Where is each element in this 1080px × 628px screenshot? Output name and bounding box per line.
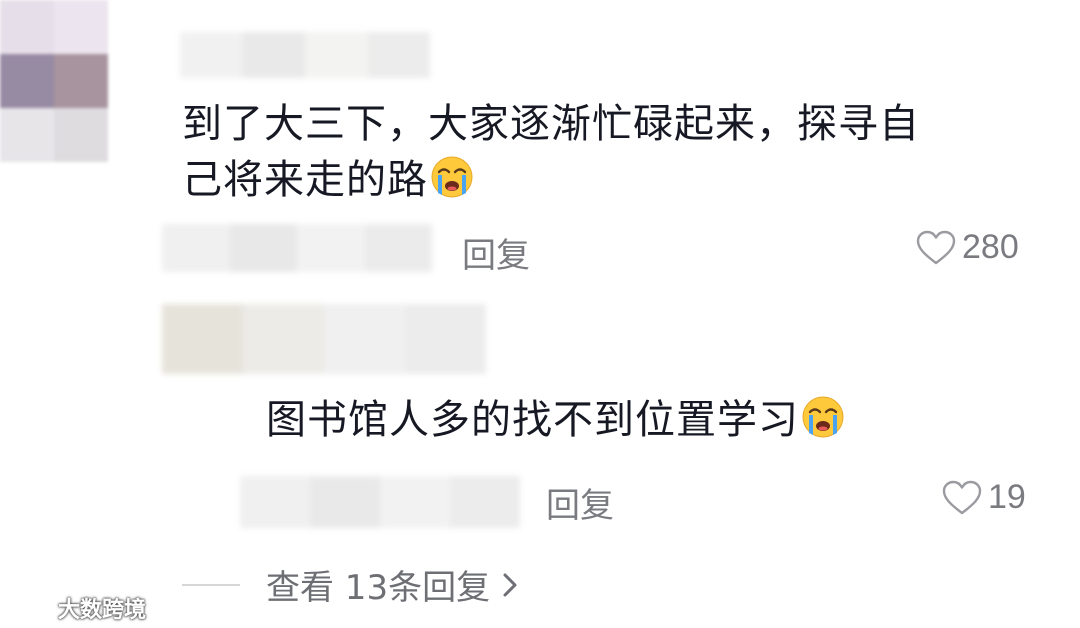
reply-text: 图书馆人多的找不到位置学习 (266, 392, 845, 448)
comment-text-line-1: 到了大三下，大家逐渐忙碌起来，探寻自 (182, 101, 920, 147)
comment-text: 到了大三下，大家逐渐忙碌起来，探寻自 己将来走的路 (182, 96, 920, 208)
comment-text-line-2-text: 己将来走的路 (182, 157, 428, 203)
watermark: 大数跨境 (8, 592, 146, 624)
heart-icon (916, 230, 956, 264)
comment-text-line-2: 己将来走的路 (182, 152, 920, 208)
watermark-logo-icon (10, 600, 50, 615)
reply-timestamp-redacted (240, 476, 520, 528)
reply-button[interactable]: 回复 (462, 228, 530, 277)
loudly-crying-face-icon (431, 156, 473, 198)
watermark-text: 大数跨境 (58, 598, 147, 623)
username-redacted[interactable] (180, 32, 430, 78)
reply-button[interactable]: 回复 (546, 478, 614, 527)
reply-username-redacted[interactable] (162, 304, 486, 374)
timestamp-location-redacted (162, 224, 432, 272)
loudly-crying-face-icon (802, 396, 844, 438)
view-more-replies-button[interactable]: 查看 13条回复 (182, 560, 520, 609)
divider-line (182, 583, 240, 586)
like-button[interactable]: 280 (916, 228, 1019, 267)
reply-text-content: 图书馆人多的找不到位置学习 (266, 397, 799, 443)
heart-icon (942, 480, 982, 514)
chevron-right-icon (503, 573, 517, 596)
like-button[interactable]: 19 (942, 478, 1026, 517)
like-count: 19 (988, 478, 1026, 516)
like-count: 280 (962, 228, 1019, 266)
avatar[interactable] (0, 0, 108, 162)
view-more-label: 查看 13条回复 (266, 568, 491, 608)
